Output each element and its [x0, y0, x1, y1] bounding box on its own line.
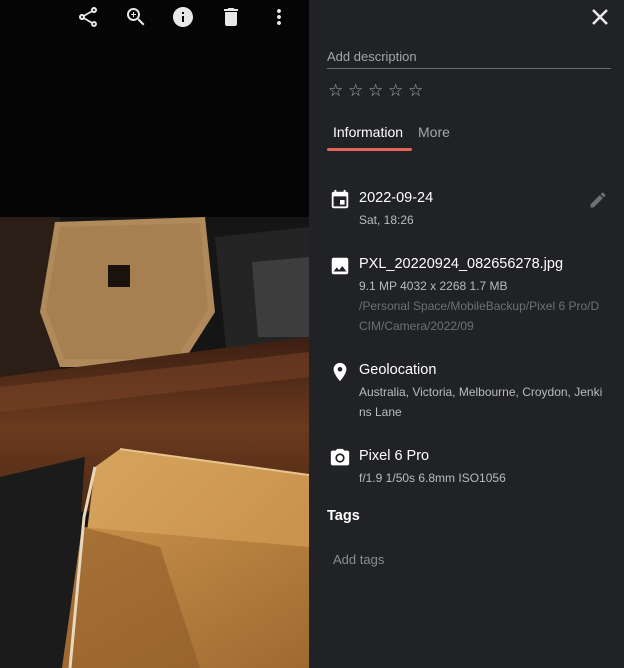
- file-path: /Personal Space/MobileBackup/Pixel 6 Pro…: [359, 299, 600, 333]
- location-pin-icon: [329, 361, 351, 383]
- edit-date-button[interactable]: [588, 190, 610, 212]
- viewer-toolbar: [0, 0, 309, 36]
- file-text: PXL_20220924_082656278.jpg 9.1 MP 4032 x…: [359, 255, 603, 336]
- file-name: PXL_20220924_082656278.jpg: [359, 256, 564, 272]
- zoom-in-button[interactable]: [124, 5, 148, 29]
- more-options-button[interactable]: [267, 5, 291, 29]
- camera-icon: [329, 447, 351, 469]
- delete-icon: [224, 8, 238, 26]
- image-icon: [329, 255, 351, 277]
- photo-viewer: [0, 0, 309, 668]
- info-icon: [173, 7, 193, 27]
- tags-input[interactable]: [333, 550, 583, 568]
- star-1[interactable]: ☆: [328, 81, 348, 101]
- tags-heading: Tags: [327, 508, 360, 524]
- pencil-icon: [590, 192, 606, 208]
- calendar-icon: [329, 189, 351, 211]
- date-text: 2022-09-24 Sat, 18:26: [359, 189, 603, 230]
- location-title: Geolocation: [359, 362, 437, 378]
- delete-button[interactable]: [219, 5, 243, 29]
- camera-text: Pixel 6 Pro f/1.9 1/50s 6.8mm ISO1056: [359, 447, 603, 488]
- star-5[interactable]: ☆: [408, 81, 428, 101]
- share-button[interactable]: [76, 5, 100, 29]
- tab-information[interactable]: Information: [333, 124, 403, 140]
- close-icon: [592, 9, 608, 25]
- star-2[interactable]: ☆: [348, 81, 368, 101]
- photo-image: [0, 217, 309, 668]
- star-3[interactable]: ☆: [368, 81, 388, 101]
- camera-model: Pixel 6 Pro: [359, 448, 430, 464]
- tab-more[interactable]: More: [418, 124, 450, 140]
- zoom-in-icon: [127, 8, 145, 26]
- star-4[interactable]: ☆: [388, 81, 408, 101]
- info-button[interactable]: [171, 5, 195, 29]
- star-rating: ☆ ☆ ☆ ☆ ☆: [328, 81, 428, 101]
- date-value: 2022-09-24: [359, 190, 434, 206]
- more-vert-icon: [277, 9, 281, 25]
- camera-settings: f/1.9 1/50s 6.8mm ISO1056: [359, 471, 506, 485]
- description-input[interactable]: [327, 44, 611, 69]
- file-details: 9.1 MP 4032 x 2268 1.7 MB: [359, 279, 508, 293]
- location-text: Geolocation Australia, Victoria, Melbour…: [359, 361, 603, 422]
- share-icon: [79, 7, 97, 27]
- date-time: Sat, 18:26: [359, 213, 414, 227]
- active-tab-indicator: [327, 148, 412, 151]
- close-button[interactable]: [589, 6, 611, 28]
- info-panel: ☆ ☆ ☆ ☆ ☆ Information More 2022-09-24 Sa…: [309, 0, 624, 668]
- location-address: Australia, Victoria, Melbourne, Croydon,…: [359, 385, 603, 419]
